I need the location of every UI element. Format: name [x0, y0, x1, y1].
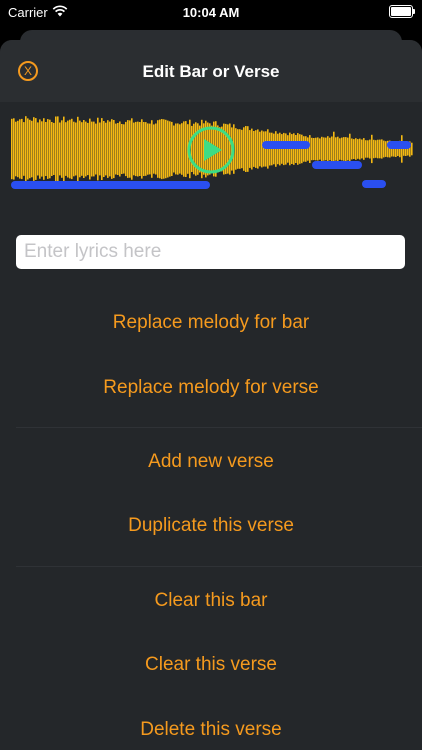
delete-verse-button[interactable]: Delete this verse [0, 710, 422, 750]
clear-verse-button[interactable]: Clear this verse [0, 645, 422, 685]
melody-note [362, 180, 386, 188]
melody-note [387, 141, 411, 149]
melody-note [312, 161, 362, 169]
melody-note [262, 141, 310, 149]
page-title: Edit Bar or Verse [142, 62, 280, 81]
status-bar: Carrier 10:04 AM [0, 0, 422, 26]
lyrics-input[interactable] [16, 235, 405, 269]
clear-bar-button[interactable]: Clear this bar [0, 581, 422, 621]
divider [16, 427, 422, 428]
add-verse-button[interactable]: Add new verse [0, 442, 422, 482]
nav-bar: X Edit Bar or Verse [0, 40, 422, 102]
waveform-graphic [11, 116, 413, 189]
edit-sheet: X Edit Bar or Verse Replace melody for b… [0, 40, 422, 750]
duplicate-verse-button[interactable]: Duplicate this verse [0, 506, 422, 546]
melody-note [11, 181, 210, 189]
melody-editor[interactable] [0, 102, 422, 202]
replace-melody-bar-button[interactable]: Replace melody for bar [0, 303, 422, 343]
clock: 10:04 AM [182, 5, 240, 20]
battery-icon [389, 5, 415, 18]
replace-melody-verse-button[interactable]: Replace melody for verse [0, 368, 422, 408]
divider [16, 566, 422, 567]
